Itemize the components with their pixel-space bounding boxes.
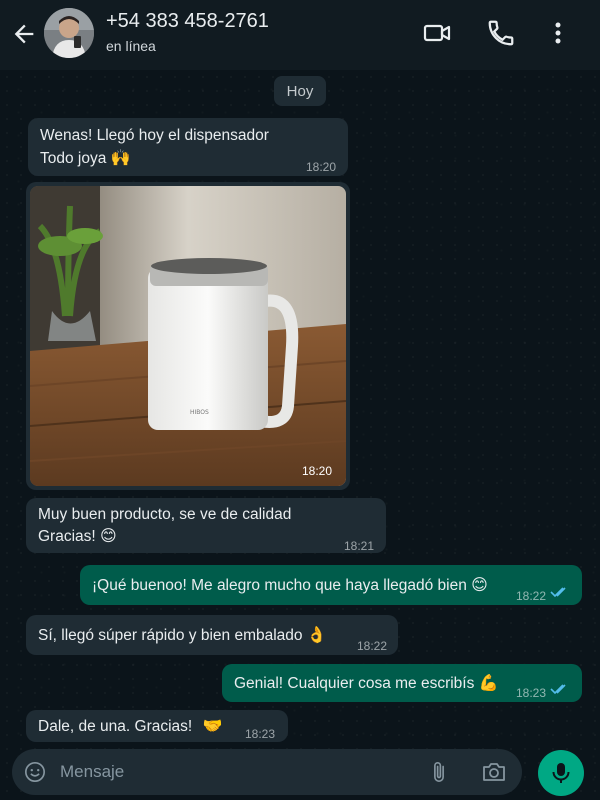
message-text: Wenas! Llegó hoy el dispensador — [40, 127, 269, 144]
handshake-emoji: 🤝 — [202, 716, 223, 735]
message-text: Muy buen producto, se ve de calidad — [38, 506, 292, 523]
date-chip: Hoy — [274, 76, 326, 106]
message-bubble-outgoing[interactable]: ¡Qué buenoo! Me alegro mucho que haya ll… — [80, 565, 582, 605]
message-time: 18:23 — [245, 727, 276, 741]
chat-header: +54 383 458-2761 en línea — [0, 0, 600, 70]
contact-status: en línea — [106, 38, 156, 54]
camera-icon[interactable] — [482, 761, 506, 783]
message-bubble-incoming[interactable]: Wenas! Llegó hoy el dispensador Todo joy… — [28, 118, 348, 176]
image-message[interactable]: HIBOS 18:20 — [26, 182, 350, 490]
more-options-icon[interactable] — [543, 18, 573, 48]
emoji-icon[interactable] — [24, 761, 46, 783]
raising-hands-emoji: 🙌 — [110, 148, 131, 167]
avatar[interactable] — [44, 8, 94, 58]
attach-icon[interactable] — [428, 761, 450, 783]
flexed-biceps-emoji: 💪 — [478, 673, 499, 692]
contact-name[interactable]: +54 383 458-2761 — [106, 10, 269, 33]
mic-icon — [552, 763, 570, 783]
ok-hand-emoji: 👌 — [306, 625, 327, 644]
svg-text:HIBOS: HIBOS — [190, 409, 209, 416]
message-text: ¡Qué buenoo! Me alegro mucho que haya ll… — [92, 577, 467, 594]
message-bubble-outgoing[interactable]: Genial! Cualquier cosa me escribís 💪 18:… — [222, 664, 582, 702]
message-time: 18:22 — [516, 589, 547, 603]
phone-call-icon[interactable] — [486, 18, 516, 48]
read-ticks-icon — [550, 587, 566, 598]
smiling-emoji: 😊 — [471, 575, 488, 594]
message-composer: Mensaje — [12, 749, 522, 795]
video-call-icon[interactable] — [422, 18, 452, 48]
message-time: 18:20 — [301, 464, 332, 478]
back-arrow-icon[interactable] — [10, 20, 38, 48]
smiling-emoji: 😊 — [100, 526, 117, 545]
message-text: Dale, de una. Gracias! — [38, 718, 193, 735]
message-text: Genial! Cualquier cosa me escribís — [234, 675, 475, 692]
message-bubble-incoming[interactable]: Muy buen producto, se ve de calidad Grac… — [26, 498, 386, 553]
read-ticks-icon — [550, 684, 566, 695]
mic-button[interactable] — [538, 750, 584, 796]
message-time: 18:22 — [357, 639, 388, 653]
message-time: 18:20 — [306, 160, 337, 174]
message-bubble-incoming[interactable]: Dale, de una. Gracias! 🤝 18:23 — [26, 710, 288, 742]
message-time: 18:23 — [516, 686, 547, 700]
message-text: Gracias! — [38, 528, 96, 545]
message-text: Todo joya — [40, 150, 107, 167]
message-bubble-incoming[interactable]: Sí, llegó súper rápido y bien embalado 👌… — [26, 615, 398, 655]
message-input[interactable]: Mensaje — [60, 762, 124, 782]
mug-photo[interactable]: HIBOS 18:20 — [30, 186, 346, 486]
message-time: 18:21 — [344, 539, 375, 553]
message-text: Sí, llegó súper rápido y bien embalado — [38, 627, 303, 644]
